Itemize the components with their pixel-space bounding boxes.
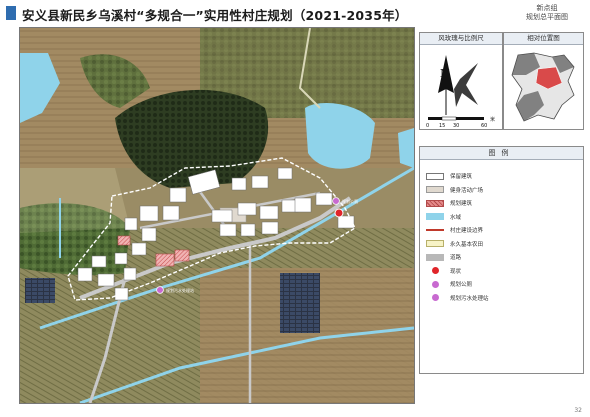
subtitle-line-1: 新点组	[536, 4, 558, 12]
legend-item: 现状	[426, 266, 461, 276]
current-status-marker[interactable]	[334, 208, 344, 218]
plan-subtitle: 新点组 规划总平面图	[512, 4, 582, 22]
legend-item: 村庄建设边界	[426, 225, 483, 235]
legend-label: 健身活动广场	[450, 187, 484, 194]
legend-swatch	[432, 280, 439, 288]
legend-swatch	[426, 229, 444, 231]
wind-rose-petals	[454, 63, 478, 107]
legend-swatch	[426, 172, 444, 180]
legend-swatch	[426, 240, 444, 247]
legend-item: 规划污水处理站	[426, 293, 489, 303]
rose-scale-panel: 风玫瑰与比例尺 N 0 15 30 60 米	[419, 32, 503, 130]
greenhouse-west	[25, 278, 55, 303]
legend-label: 永久基本农田	[450, 241, 484, 248]
legend-title: 图例	[420, 147, 583, 160]
legend-item: 水域	[426, 212, 461, 222]
legend-label: 规划污水处理站	[450, 295, 489, 302]
legend-item: 道路	[426, 252, 461, 262]
basic-farmland-zone	[20, 168, 130, 233]
legend-item: 保留建筑	[426, 171, 472, 181]
legend-swatch	[432, 267, 439, 274]
scale-tick-15: 15	[439, 123, 445, 129]
rose-panel-title: 风玫瑰与比例尺	[420, 33, 502, 45]
legend-item: 健身活动广场	[426, 185, 483, 195]
greenhouse-block	[280, 273, 320, 333]
legend-label: 规划公厕	[450, 282, 473, 288]
poi-label-toilet: 规划公厕	[342, 198, 358, 204]
legend-item: 规划建筑	[426, 198, 472, 208]
page-number: 32	[574, 407, 582, 414]
scale-unit: 米	[490, 116, 495, 123]
planned-sewage-marker[interactable]	[156, 286, 164, 294]
satellite-plan-map[interactable]: 规划公厕 规划污水处理站	[19, 27, 415, 404]
legend-item: 永久基本农田	[426, 239, 483, 249]
scale-tick-30: 30	[453, 123, 459, 129]
legend-label: 保留建筑	[450, 174, 473, 180]
legend-swatch	[426, 213, 444, 220]
scale-tick-0: 0	[426, 123, 429, 129]
location-map-graphic	[511, 52, 575, 122]
poi-label-sewage: 规划污水处理站	[166, 287, 194, 293]
location-map-panel: 相对位置图	[503, 32, 584, 130]
map-canvas: 规划公厕 规划污水处理站	[20, 28, 414, 403]
planned-toilet-marker[interactable]	[332, 197, 340, 205]
subtitle-line-2: 规划总平面图	[526, 13, 568, 21]
title-accent-bar	[6, 6, 16, 20]
location-panel-title: 相对位置图	[504, 33, 583, 45]
scale-tick-60: 60	[481, 123, 487, 129]
legend-label: 村庄建设边界	[450, 228, 484, 234]
legend-label: 规划建筑	[450, 201, 473, 207]
legend-swatch	[426, 199, 444, 207]
legend-label: 道路	[450, 255, 462, 261]
water-east-edge	[398, 128, 414, 168]
legend-label: 现状	[450, 268, 462, 275]
legend-swatch	[432, 294, 439, 301]
legend-label: 水域	[450, 214, 462, 221]
scale-bar	[428, 116, 484, 121]
page-title: 安义县新民乡乌溪村“多规合一”实用性村庄规划（2021-2035年）	[22, 8, 408, 23]
legend-item: 规划公厕	[426, 279, 472, 289]
legend-swatch	[426, 253, 444, 261]
wind-rose-graphic: N 0 15 30 60 米	[426, 55, 495, 129]
legend-panel: 图例 保留建筑健身活动广场 规划建筑水域村庄建设边界 永久基本农田 道路现状规划公厕规…	[419, 146, 584, 374]
legend-swatch	[426, 186, 444, 193]
